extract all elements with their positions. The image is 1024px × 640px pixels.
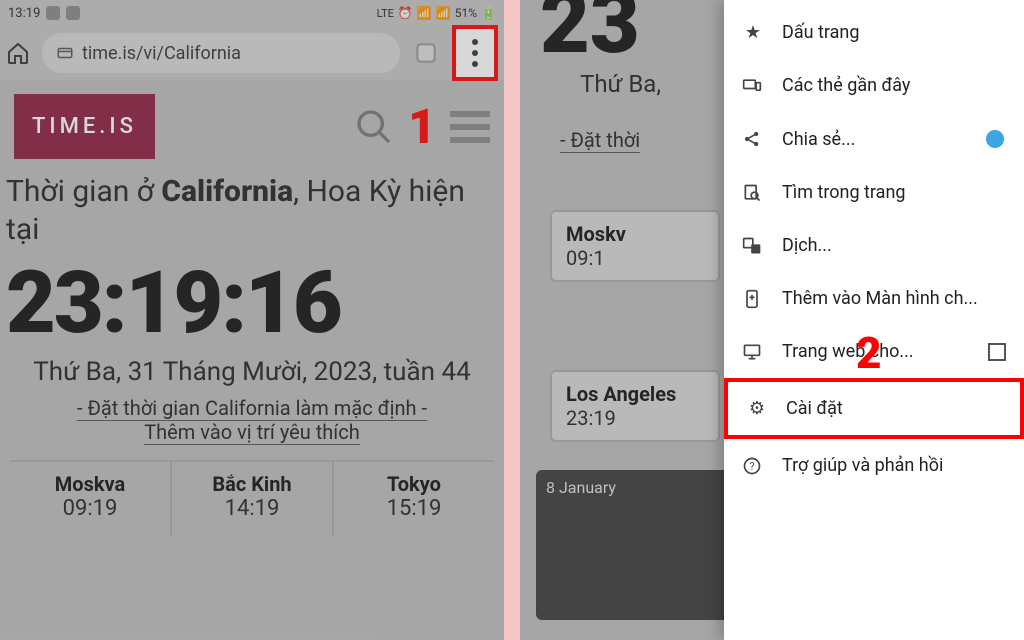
set-default-link[interactable]: - Đặt thời gian California làm mặc định …	[77, 396, 427, 421]
share-icon	[742, 129, 764, 149]
peek-city-name: Moskv	[566, 222, 704, 246]
peek-city-card: Los Angeles 23:19	[550, 370, 720, 442]
url-text: time.is/vi/California	[82, 43, 241, 64]
menu-label: Trang web cho...	[782, 341, 914, 362]
more-menu-button[interactable]	[452, 25, 498, 81]
city-time: 15:19	[338, 496, 490, 521]
menu-translate[interactable]: Dịch...	[724, 219, 1024, 272]
action-links: - Đặt thời gian California làm mặc định …	[0, 390, 504, 454]
menu-desktop-site[interactable]: Trang web cho... 2	[724, 325, 1024, 378]
desktop-icon	[742, 342, 764, 362]
battery-percent: 51%	[455, 6, 477, 20]
menu-label: Dấu trang	[782, 22, 859, 43]
tabs-button[interactable]	[406, 33, 446, 73]
peek-clock: 23	[540, 0, 640, 73]
url-bar[interactable]: time.is/vi/California	[42, 33, 400, 73]
city-time: 09:19	[14, 496, 166, 521]
menu-label: Tìm trong trang	[782, 182, 906, 203]
left-screenshot: 13:19 LTE ⏰ 📶 📶 51% 🔋 time.is/vi/Califor…	[0, 0, 504, 640]
peek-city-name: Los Angeles	[566, 382, 704, 406]
menu-add-to-home[interactable]: Thêm vào Màn hình ch...	[724, 272, 1024, 325]
status-app-icon	[46, 6, 60, 20]
svg-text:?: ?	[749, 460, 754, 473]
menu-label: Các thẻ gần đây	[782, 75, 910, 96]
hamburger-icon[interactable]	[450, 111, 490, 143]
menu-recent-tabs[interactable]: Các thẻ gần đây	[724, 59, 1024, 112]
peek-link: - Đặt thời	[560, 128, 640, 153]
site-header: TIME.IS 1	[0, 80, 504, 163]
help-icon: ?	[742, 456, 764, 476]
devices-icon	[742, 76, 764, 96]
net-icon: LTE	[377, 7, 394, 20]
right-screenshot: 23 Thứ Ba, - Đặt thời Moskv 09:1 Los Ang…	[520, 0, 1024, 640]
date-line: Thứ Ba, 31 Tháng Mười, 2023, tuần 44	[0, 353, 504, 390]
menu-label: Dịch...	[782, 235, 832, 256]
menu-share[interactable]: Chia sẻ...	[724, 112, 1024, 166]
peek-date: Thứ Ba,	[580, 70, 661, 98]
translate-icon	[742, 236, 764, 256]
title-prefix: Thời gian ở	[6, 174, 161, 209]
wifi-icon: 📶	[417, 6, 432, 20]
menu-label: Thêm vào Màn hình ch...	[782, 288, 978, 309]
signal-icon: 📶	[436, 6, 451, 20]
menu-find-in-page[interactable]: Tìm trong trang	[724, 166, 1024, 219]
menu-bookmarks[interactable]: ★ Dấu trang	[724, 6, 1024, 59]
gear-icon: ⚙	[746, 398, 768, 419]
city-name: Tokyo	[338, 472, 490, 496]
city-cell[interactable]: Moskva 09:19	[10, 462, 172, 537]
title-bold: California	[161, 174, 293, 209]
menu-settings[interactable]: ⚙ Cài đặt	[724, 378, 1024, 439]
browser-toolbar: time.is/vi/California	[0, 26, 504, 80]
peek-video-thumbnail: 8 January	[536, 470, 736, 620]
annotation-step-1: 1	[408, 98, 436, 155]
site-info-icon[interactable]	[56, 44, 74, 62]
add-favorite-link[interactable]: Thêm vào vị trí yêu thích	[144, 420, 360, 445]
main-clock: 23:19:16	[0, 248, 504, 353]
statusbar-time: 13:19	[8, 6, 40, 21]
menu-label: Trợ giúp và phản hồi	[782, 455, 943, 476]
peek-city-time: 09:1	[566, 246, 704, 270]
share-app-badge	[984, 128, 1006, 150]
star-icon: ★	[742, 22, 764, 43]
peek-city-card: Moskv 09:1	[550, 210, 720, 282]
alarm-icon: ⏰	[398, 6, 413, 20]
peek-city-time: 23:19	[566, 406, 704, 430]
menu-help-feedback[interactable]: ? Trợ giúp và phản hồi	[724, 439, 1024, 492]
city-name: Moskva	[14, 472, 166, 496]
menu-label: Chia sẻ...	[782, 129, 855, 150]
desktop-site-checkbox[interactable]	[988, 343, 1006, 361]
city-time: 14:19	[176, 496, 328, 521]
city-times-row: Moskva 09:19 Bắc Kinh 14:19 Tokyo 15:19	[10, 460, 494, 537]
city-cell[interactable]: Tokyo 15:19	[334, 462, 494, 537]
menu-label: Cài đặt	[786, 398, 843, 419]
page-title: Thời gian ở California, Hoa Kỳ hiện tại	[0, 163, 504, 248]
find-icon	[742, 183, 764, 203]
city-name: Bắc Kinh	[176, 472, 328, 496]
site-logo[interactable]: TIME.IS	[14, 94, 155, 159]
video-date: 8 January	[546, 478, 616, 497]
add-to-home-icon	[742, 289, 764, 309]
kebab-icon	[472, 39, 478, 67]
status-app-icon	[66, 6, 80, 20]
battery-icon: 🔋	[481, 6, 496, 20]
statusbar: 13:19 LTE ⏰ 📶 📶 51% 🔋	[0, 0, 504, 26]
city-cell[interactable]: Bắc Kinh 14:19	[172, 462, 334, 537]
home-icon[interactable]	[6, 41, 36, 65]
chrome-overflow-menu: ★ Dấu trang Các thẻ gần đây Chia sẻ... T…	[724, 0, 1024, 640]
search-icon[interactable]	[354, 107, 394, 147]
